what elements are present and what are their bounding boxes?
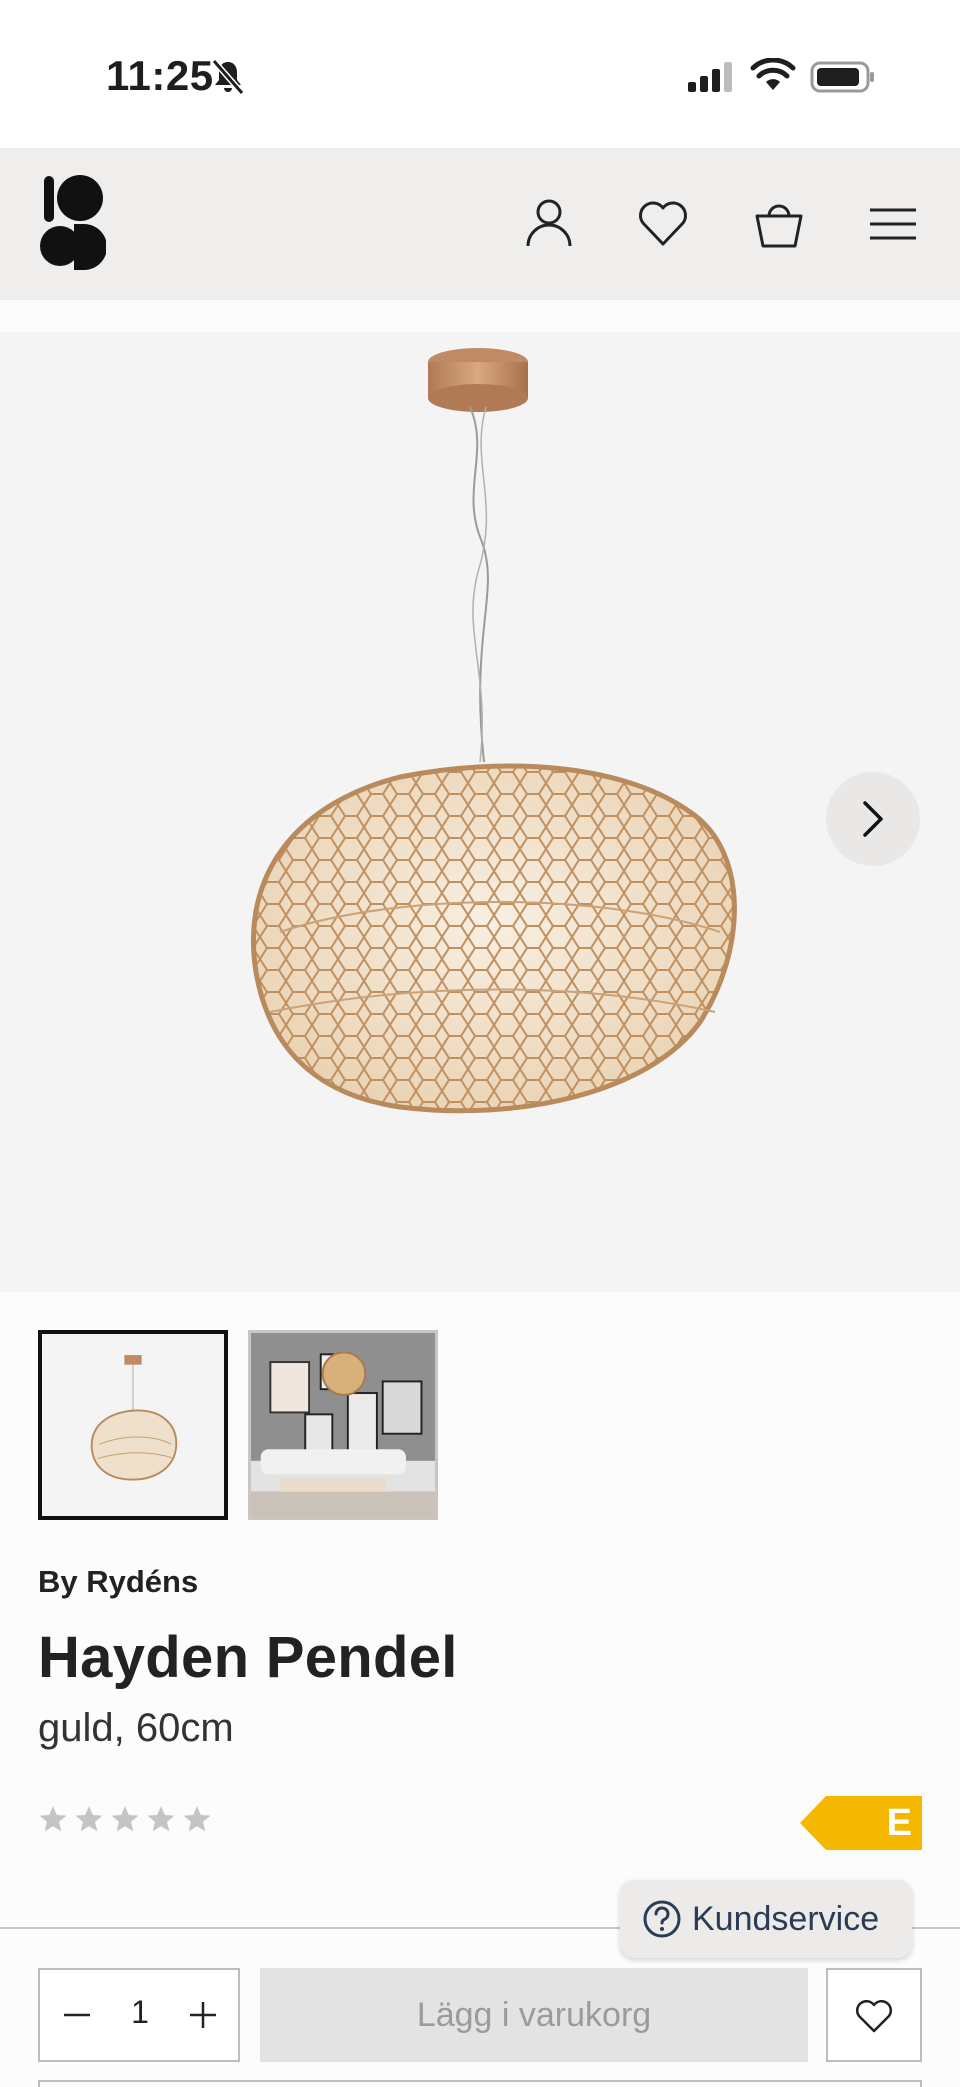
customer-service-button[interactable]: Kundservice [620,1880,912,1958]
star-icon [39,1806,67,1832]
product-main-image[interactable] [0,332,960,1292]
energy-class-label: E [886,1802,912,1844]
thumbnail-room-image [251,1333,435,1517]
next-section-edge [38,2080,922,2087]
thumbnail-product-image [42,1334,224,1516]
wifi-icon [750,58,796,90]
shopping-bag-icon[interactable] [752,196,806,252]
pendant-lamp-image [250,348,737,1114]
bell-slash-icon [211,59,245,95]
minus-icon[interactable] [54,1992,100,2038]
customer-service-label: Kundservice [692,1899,880,1938]
heart-icon[interactable] [636,196,690,252]
wishlist-button[interactable] [826,1968,922,2062]
status-time: 11:25 [106,52,214,99]
star-icon [147,1806,175,1832]
question-circle-icon [643,1900,681,1938]
status-bar: 11:25 [0,0,960,148]
thumbnail-room[interactable] [248,1330,438,1520]
heart-icon [856,2000,892,2033]
chevron-right-icon [863,801,883,837]
add-to-cart-label: Lägg i varukorg [416,1995,652,2034]
add-to-cart-button[interactable]: Lägg i varukorg [260,1968,808,2062]
next-image-button[interactable] [826,772,920,866]
product-variant: guld, 60cm [38,1706,234,1750]
star-icon [183,1806,211,1832]
thumbnail-product[interactable] [38,1330,228,1520]
quantity-value[interactable]: 1 [120,1994,160,2031]
site-header [0,148,960,300]
plus-icon[interactable] [180,1992,226,2038]
menu-icon[interactable] [866,196,920,252]
product-title: Hayden Pendel [38,1625,458,1690]
energy-class-badge[interactable]: E [800,1796,922,1850]
battery-icon [810,61,874,93]
cellular-signal-icon [688,62,732,92]
star-icon [75,1806,103,1832]
user-icon[interactable] [522,196,576,252]
quantity-stepper[interactable]: 1 [38,1968,240,2062]
rating-stars[interactable] [38,1804,212,1840]
star-icon [111,1806,139,1832]
brand-logo[interactable] [36,174,106,272]
product-brand[interactable]: By Rydéns [38,1564,198,1600]
